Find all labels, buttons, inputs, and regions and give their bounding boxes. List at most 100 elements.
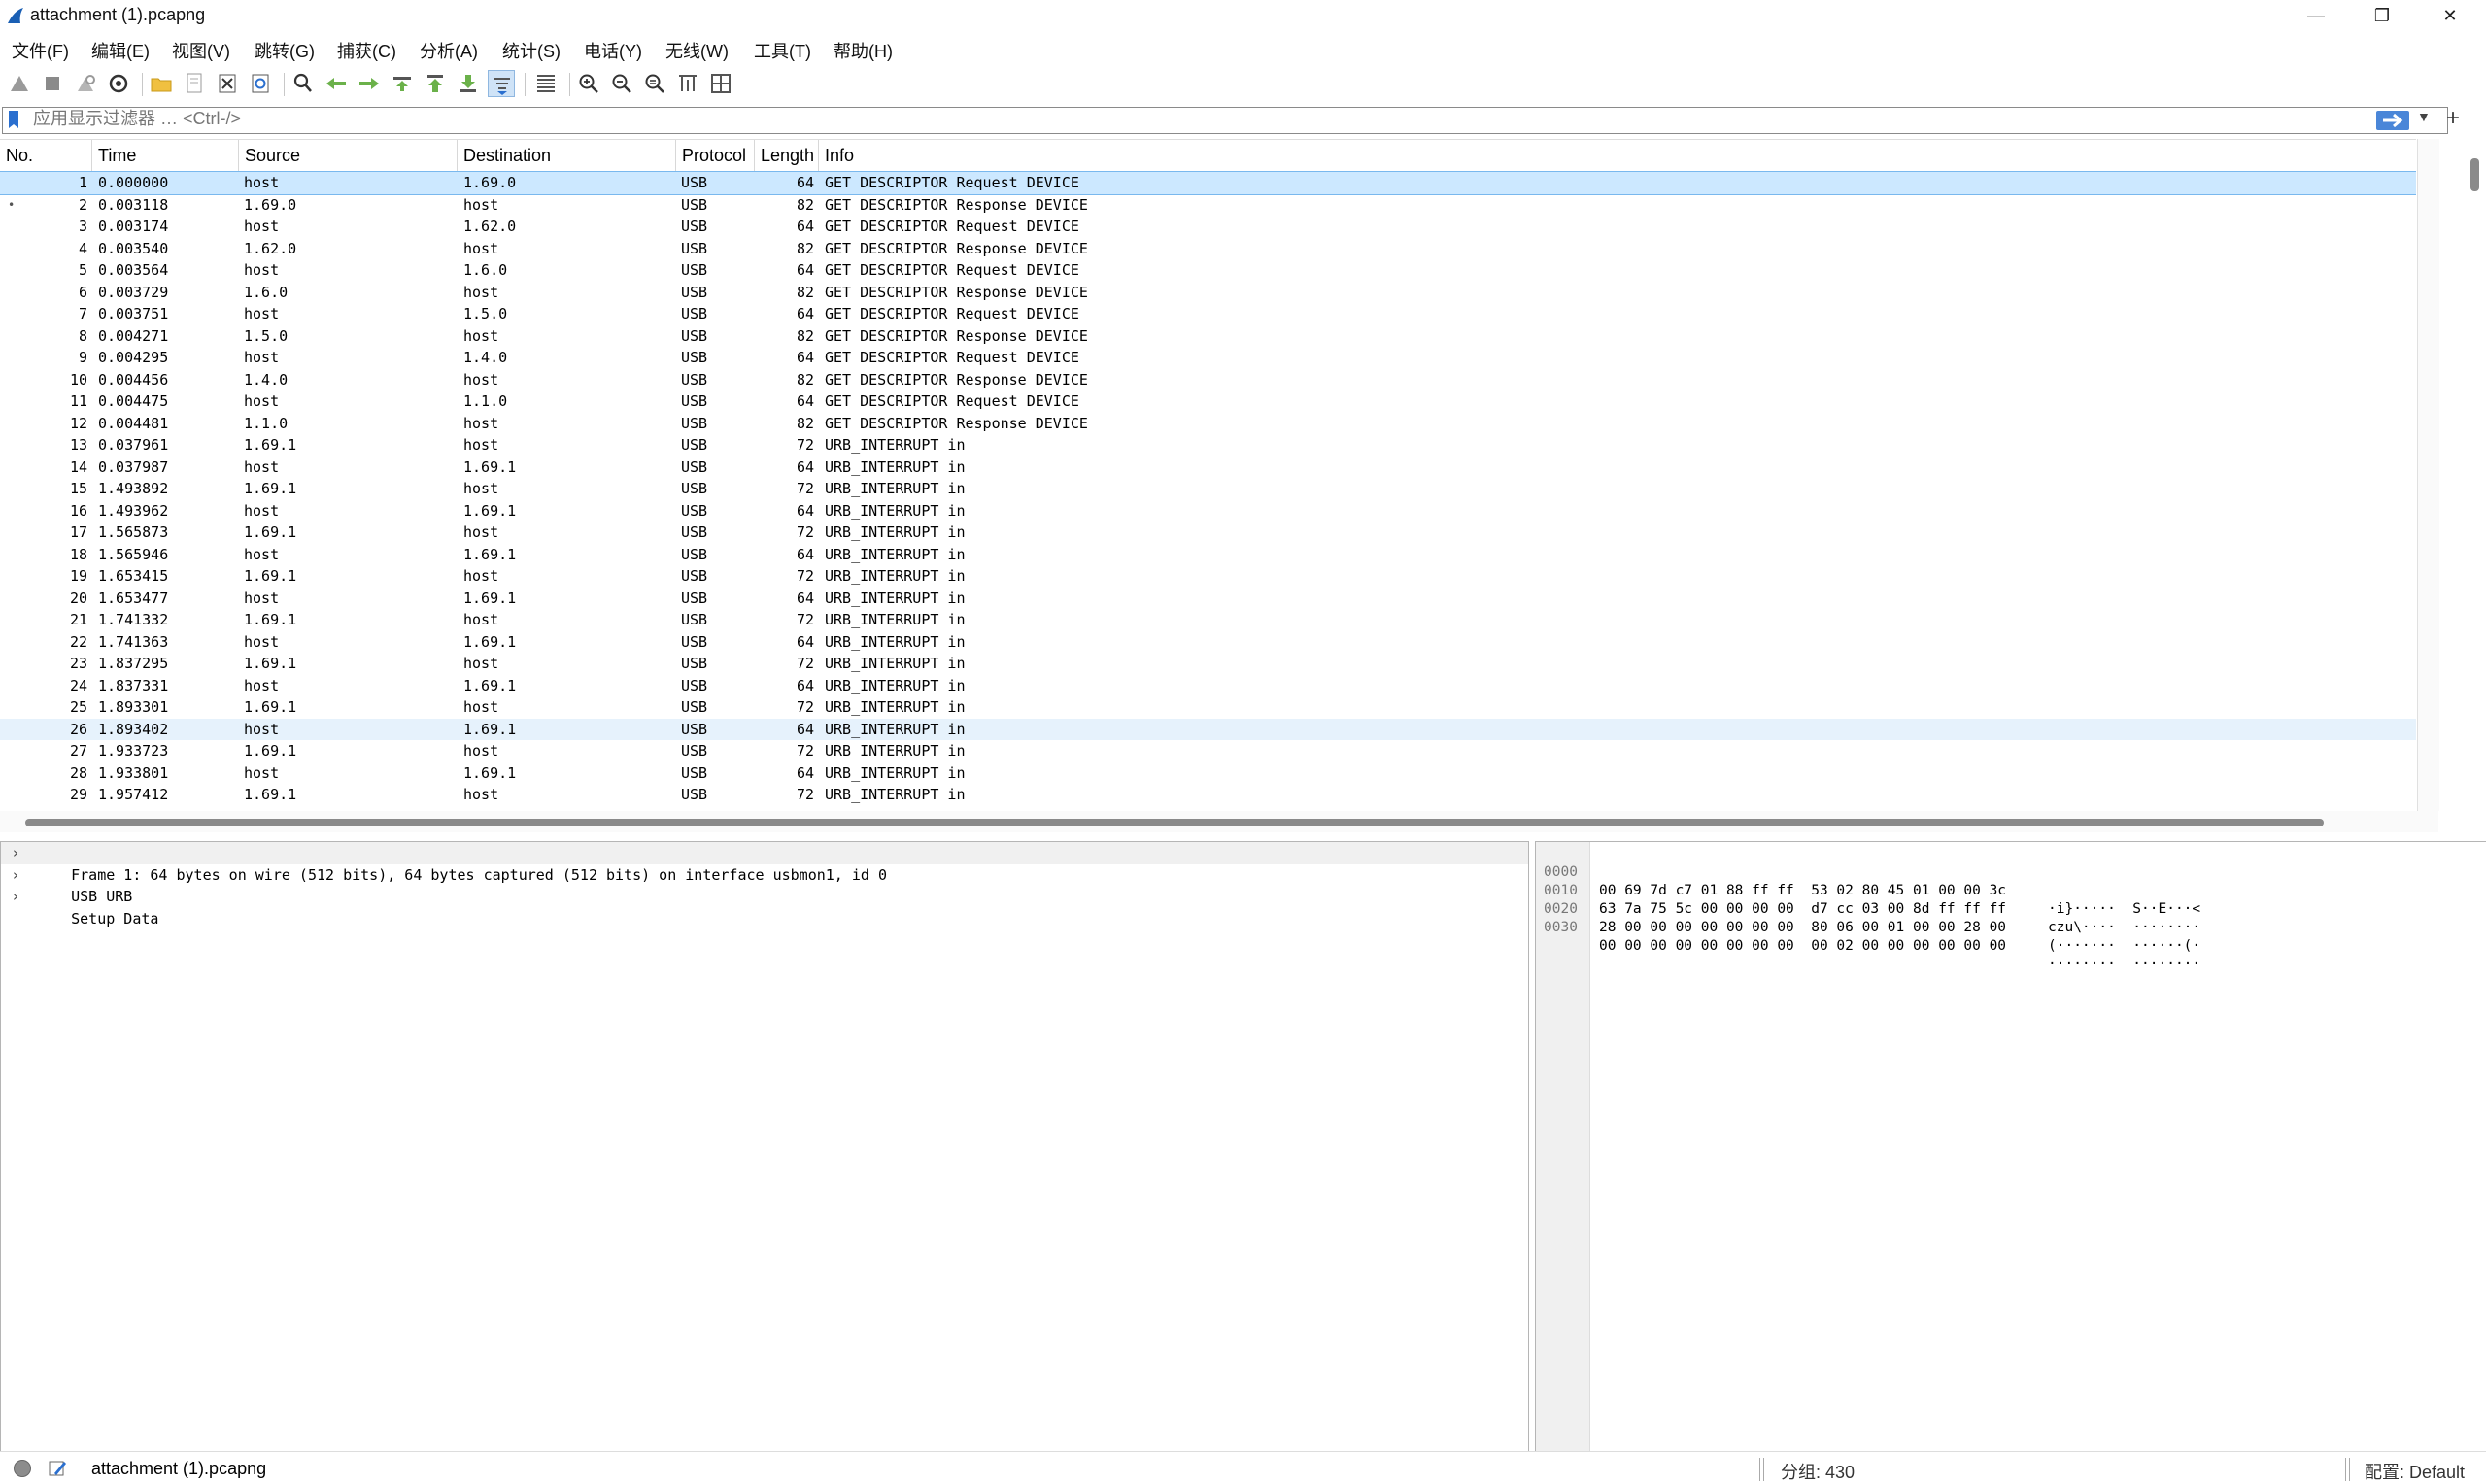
minimize-button[interactable]: — bbox=[2283, 0, 2349, 32]
menu-file[interactable]: 文件(F) bbox=[12, 38, 69, 63]
capture-comment-icon[interactable] bbox=[47, 1458, 68, 1479]
display-filter-input[interactable] bbox=[33, 108, 2365, 129]
hex-line[interactable]: 0010 63 7a 75 5c 00 00 00 00 d7 cc 03 00… bbox=[1536, 863, 2200, 935]
menu-capture[interactable]: 捕获(C) bbox=[337, 38, 396, 63]
add-filter-button[interactable]: + bbox=[2446, 105, 2460, 132]
go-forward-icon[interactable] bbox=[356, 70, 383, 97]
table-row[interactable]: 3 0.003174 host 1.62.0 USB 64 GET DESCRIPTOR R… bbox=[0, 216, 2416, 238]
zoom-out-icon[interactable] bbox=[608, 70, 635, 97]
status-separator bbox=[2345, 1458, 2350, 1481]
tree-item-usb-urb[interactable]: › USB URB bbox=[1, 864, 1528, 906]
menu-help[interactable]: 帮助(H) bbox=[834, 38, 893, 63]
column-header-source[interactable]: Source bbox=[239, 140, 458, 171]
status-profile[interactable]: 配置: Default bbox=[2365, 1459, 2465, 1484]
menu-analyze[interactable]: 分析(A) bbox=[420, 38, 478, 63]
filter-bookmark-icon[interactable] bbox=[7, 110, 20, 129]
table-row[interactable]: 14 0.037987 host 1.69.1 USB 64 URB_INTERRUPT i… bbox=[0, 456, 2416, 479]
start-capture-icon[interactable] bbox=[6, 70, 33, 97]
menu-go[interactable]: 跳转(G) bbox=[255, 38, 315, 63]
table-row[interactable]: 10 0.004456 1.4.0 host USB 82 GET DESCRIPTOR R… bbox=[0, 369, 2416, 391]
go-last-icon[interactable] bbox=[455, 70, 482, 97]
column-header-info[interactable]: Info bbox=[819, 140, 2416, 171]
table-row[interactable]: 5 0.003564 host 1.6.0 USB 64 GET DESCRIPTOR Re… bbox=[0, 259, 2416, 282]
cell-protocol: USB bbox=[681, 349, 708, 366]
hex-line[interactable]: 0030 00 00 00 00 00 00 00 00 00 02 00 00… bbox=[1536, 900, 2200, 972]
table-row[interactable]: 27 1.933723 1.69.1 host USB 72 URB_INTERRUPT i… bbox=[0, 740, 2416, 762]
expert-info-icon[interactable] bbox=[14, 1460, 31, 1477]
apply-filter-button[interactable] bbox=[2376, 111, 2409, 130]
tree-item-frame[interactable]: › Frame 1: 64 bytes on wire (512 bits), 6… bbox=[1, 842, 1528, 884]
horizontal-scroll-thumb[interactable] bbox=[25, 819, 2324, 826]
hex-line[interactable]: 0020 28 00 00 00 00 00 00 00 80 06 00 01… bbox=[1536, 882, 2200, 954]
open-file-icon[interactable] bbox=[148, 70, 175, 97]
table-row[interactable]: 18 1.565946 host 1.69.1 USB 64 URB_INTERRUPT i… bbox=[0, 544, 2416, 566]
table-row[interactable]: 1 0.000000 host 1.69.0 USB 64 GET DESCRIPTOR R… bbox=[0, 171, 2416, 195]
go-to-packet-icon[interactable] bbox=[389, 70, 416, 97]
toolbar-separator bbox=[142, 73, 143, 96]
reload-file-icon[interactable] bbox=[247, 70, 274, 97]
table-row[interactable]: 24 1.837331 host 1.69.1 USB 64 URB_INTERRUPT i… bbox=[0, 675, 2416, 697]
column-header-length[interactable]: Length bbox=[755, 140, 819, 171]
packet-list-vertical-scrollbar[interactable] bbox=[2417, 139, 2439, 811]
table-row[interactable]: 25 1.893301 1.69.1 host USB 72 URB_INTERRUPT i… bbox=[0, 696, 2416, 719]
menu-statistics[interactable]: 统计(S) bbox=[502, 38, 561, 63]
table-row[interactable]: • 2 0.003118 1.69.0 host USB 82 GET DESCRIPTOR … bbox=[0, 194, 2416, 217]
table-row[interactable]: 28 1.933801 host 1.69.1 USB 64 URB_INTERRUPT i… bbox=[0, 762, 2416, 785]
zoom-in-icon[interactable] bbox=[575, 70, 602, 97]
table-row[interactable]: 19 1.653415 1.69.1 host USB 72 URB_INTERRUPT i… bbox=[0, 565, 2416, 588]
table-row[interactable]: 13 0.037961 1.69.1 host USB 72 URB_INTERRUPT i… bbox=[0, 434, 2416, 456]
column-header-no[interactable]: No. bbox=[0, 140, 92, 171]
restore-button[interactable]: ❐ bbox=[2349, 0, 2415, 32]
table-row[interactable]: 9 0.004295 host 1.4.0 USB 64 GET DESCRIPTOR Re… bbox=[0, 347, 2416, 369]
go-back-icon[interactable] bbox=[323, 70, 350, 97]
table-row[interactable]: 16 1.493962 host 1.69.1 USB 64 URB_INTERRUPT i… bbox=[0, 500, 2416, 523]
table-row[interactable]: 20 1.653477 host 1.69.1 USB 64 URB_INTERRUPT i… bbox=[0, 588, 2416, 610]
colorize-icon[interactable] bbox=[532, 70, 560, 97]
chevron-right-icon[interactable]: › bbox=[13, 886, 18, 908]
table-row[interactable]: 4 0.003540 1.62.0 host USB 82 GET DESCRIPTOR R… bbox=[0, 238, 2416, 260]
packet-list-horizontal-scrollbar[interactable] bbox=[0, 811, 2438, 832]
find-packet-icon[interactable] bbox=[289, 70, 317, 97]
menu-telephony[interactable]: 电话(Y) bbox=[584, 38, 642, 63]
go-first-icon[interactable] bbox=[422, 70, 449, 97]
cell-info: URB_INTERRUPT in bbox=[825, 720, 966, 738]
layout-icon[interactable] bbox=[707, 70, 734, 97]
resize-columns-icon[interactable] bbox=[674, 70, 701, 97]
auto-scroll-icon[interactable] bbox=[488, 70, 515, 97]
menu-wireless[interactable]: 无线(W) bbox=[665, 38, 729, 63]
stop-capture-icon[interactable] bbox=[39, 70, 66, 97]
table-row[interactable]: 7 0.003751 host 1.5.0 USB 64 GET DESCRIPTOR Re… bbox=[0, 303, 2416, 325]
close-window-button[interactable]: ✕ bbox=[2417, 0, 2483, 32]
open-recent-icon[interactable] bbox=[181, 70, 208, 97]
vertical-scroll-thumb[interactable] bbox=[2470, 158, 2479, 191]
cell-destination: host bbox=[463, 523, 499, 541]
normal-size-icon[interactable] bbox=[641, 70, 668, 97]
tree-item-setup-data[interactable]: › Setup Data bbox=[1, 886, 1528, 928]
table-row[interactable]: 22 1.741363 host 1.69.1 USB 64 URB_INTERRUPT i… bbox=[0, 631, 2416, 654]
table-row[interactable]: 11 0.004475 host 1.1.0 USB 64 GET DESCRIPTOR R… bbox=[0, 390, 2416, 413]
column-header-destination[interactable]: Destination bbox=[458, 140, 676, 171]
table-row[interactable]: 6 0.003729 1.6.0 host USB 82 GET DESCRIPTOR Re… bbox=[0, 282, 2416, 304]
column-header-protocol[interactable]: Protocol bbox=[676, 140, 755, 171]
table-row[interactable]: 12 0.004481 1.1.0 host USB 82 GET DESCRIPTOR R… bbox=[0, 413, 2416, 435]
table-row[interactable]: 26 1.893402 host 1.69.1 USB 64 URB_INTERRUPT i… bbox=[0, 718, 2416, 740]
cell-length: 64 bbox=[796, 392, 814, 410]
table-row[interactable]: 21 1.741332 1.69.1 host USB 72 URB_INTERRUPT i… bbox=[0, 609, 2416, 631]
restart-capture-icon[interactable] bbox=[72, 70, 99, 97]
hex-line[interactable]: 0000 00 69 7d c7 01 88 ff ff 53 02 80 45… bbox=[1536, 845, 2200, 917]
chevron-right-icon[interactable]: › bbox=[13, 864, 18, 887]
table-row[interactable]: 29 1.957412 1.69.1 host USB 72 URB_INTERRUPT i… bbox=[0, 784, 2416, 806]
menu-view[interactable]: 视图(V) bbox=[172, 38, 230, 63]
menu-tools[interactable]: 工具(T) bbox=[754, 38, 811, 63]
capture-options-icon[interactable] bbox=[105, 70, 132, 97]
close-file-icon[interactable] bbox=[214, 70, 241, 97]
filter-history-dropdown-icon[interactable]: ▼ bbox=[2417, 109, 2431, 124]
cell-source: host bbox=[244, 720, 280, 738]
table-row[interactable]: 17 1.565873 1.69.1 host USB 72 URB_INTERRUPT i… bbox=[0, 522, 2416, 544]
column-header-time[interactable]: Time bbox=[92, 140, 239, 171]
table-row[interactable]: 8 0.004271 1.5.0 host USB 82 GET DESCRIPTOR Re… bbox=[0, 325, 2416, 348]
chevron-right-icon[interactable]: › bbox=[13, 842, 18, 864]
table-row[interactable]: 15 1.493892 1.69.1 host USB 72 URB_INTERRUPT i… bbox=[0, 478, 2416, 500]
table-row[interactable]: 23 1.837295 1.69.1 host USB 72 URB_INTERRUPT i… bbox=[0, 653, 2416, 675]
menu-edit[interactable]: 编辑(E) bbox=[91, 38, 150, 63]
